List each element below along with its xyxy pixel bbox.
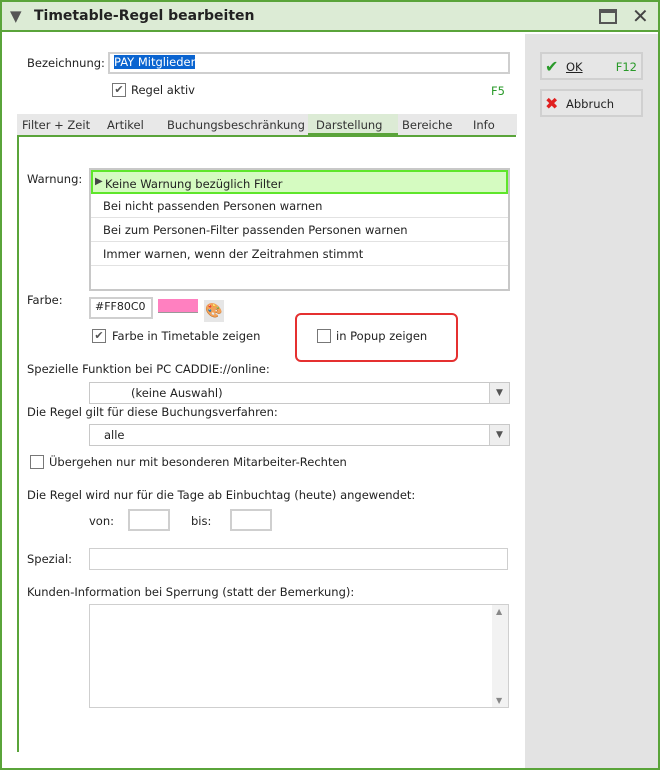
tab-info[interactable]: Info — [473, 114, 495, 135]
show-popup-label: in Popup zeigen — [336, 329, 428, 343]
tab-darstellung[interactable]: Darstellung — [308, 114, 398, 135]
active-checkbox[interactable]: ✔ — [112, 83, 126, 97]
selected-marker-icon: ▶ — [95, 176, 103, 187]
color-swatch — [158, 299, 198, 313]
online-select[interactable]: (keine Auswahl) ▼ — [89, 382, 510, 404]
warning-option[interactable]: Immer warnen, wenn der Zeitrahmen stimmt — [91, 242, 508, 266]
window-title: Timetable-Regel bearbeiten — [34, 8, 255, 24]
override-checkbox[interactable] — [30, 455, 44, 469]
tab-filter-zeit[interactable]: Filter + Zeit — [22, 114, 90, 135]
title-bar: ▼ Timetable-Regel bearbeiten ✕ — [2, 2, 658, 32]
tab-artikel[interactable]: Artikel — [107, 114, 144, 135]
booking-select[interactable]: alle ▼ — [89, 424, 510, 446]
cancel-button[interactable]: ✖ Abbruch — [540, 89, 643, 117]
filter-icon: ▼ — [10, 7, 22, 25]
warning-option[interactable]: Bei nicht passenden Personen warnen — [91, 194, 508, 218]
warning-label: Warnung: — [27, 172, 83, 186]
tab-bereiche[interactable]: Bereiche — [402, 114, 452, 135]
show-popup-checkbox[interactable] — [317, 329, 331, 343]
color-label: Farbe: — [27, 293, 63, 307]
from-input[interactable] — [128, 509, 170, 531]
booking-label: Die Regel gilt für diese Buchungsverfahr… — [27, 405, 278, 419]
button-panel — [525, 34, 658, 768]
chevron-down-icon: ▼ — [489, 383, 509, 403]
customer-info-label: Kunden-Information bei Sperrung (statt d… — [27, 585, 355, 599]
online-label: Spezielle Funktion bei PC CADDIE://onlin… — [27, 362, 270, 376]
name-label: Bezeichnung: — [27, 56, 105, 70]
from-label: von: — [89, 514, 115, 528]
warning-option[interactable]: Bei zum Personen-Filter passenden Person… — [91, 218, 508, 242]
x-icon: ✖ — [545, 94, 559, 113]
name-input[interactable]: PAY Mitglieder — [108, 52, 510, 74]
scroll-down-icon[interactable]: ▼ — [496, 696, 502, 705]
warning-list[interactable]: ▶ Keine Warnung bezüglich Filter Bei nich… — [89, 168, 510, 291]
scrollbar[interactable]: ▲ ▼ — [492, 605, 508, 707]
palette-icon[interactable]: 🎨 — [204, 300, 224, 322]
check-icon: ✔ — [545, 57, 559, 76]
to-input[interactable] — [230, 509, 272, 531]
special-input[interactable] — [89, 548, 508, 570]
tab-bar: Filter + Zeit Artikel Buchungsbeschränku… — [17, 114, 517, 135]
warning-option[interactable]: ▶ Keine Warnung bezüglich Filter — [91, 170, 508, 194]
show-timetable-label: Farbe in Timetable zeigen — [112, 329, 261, 343]
customer-info-textarea[interactable]: ▲ ▼ — [89, 604, 509, 708]
color-input[interactable]: #FF80C0 — [89, 297, 153, 319]
tab-buchungsbeschraenkung[interactable]: Buchungsbeschränkung — [167, 114, 305, 135]
maximize-icon[interactable] — [599, 9, 617, 24]
chevron-down-icon: ▼ — [489, 425, 509, 445]
active-shortcut: F5 — [491, 84, 505, 98]
ok-button[interactable]: ✔ OK F12 — [540, 52, 643, 80]
override-label: Übergehen nur mit besonderen Mitarbeiter… — [49, 455, 347, 469]
active-label: Regel aktiv — [131, 83, 195, 97]
show-timetable-checkbox[interactable]: ✔ — [92, 329, 106, 343]
to-label: bis: — [191, 514, 212, 528]
scroll-up-icon[interactable]: ▲ — [496, 607, 502, 616]
special-label: Spezial: — [27, 552, 73, 566]
days-label: Die Regel wird nur für die Tage ab Einbu… — [27, 488, 416, 502]
close-icon[interactable]: ✕ — [632, 4, 649, 28]
